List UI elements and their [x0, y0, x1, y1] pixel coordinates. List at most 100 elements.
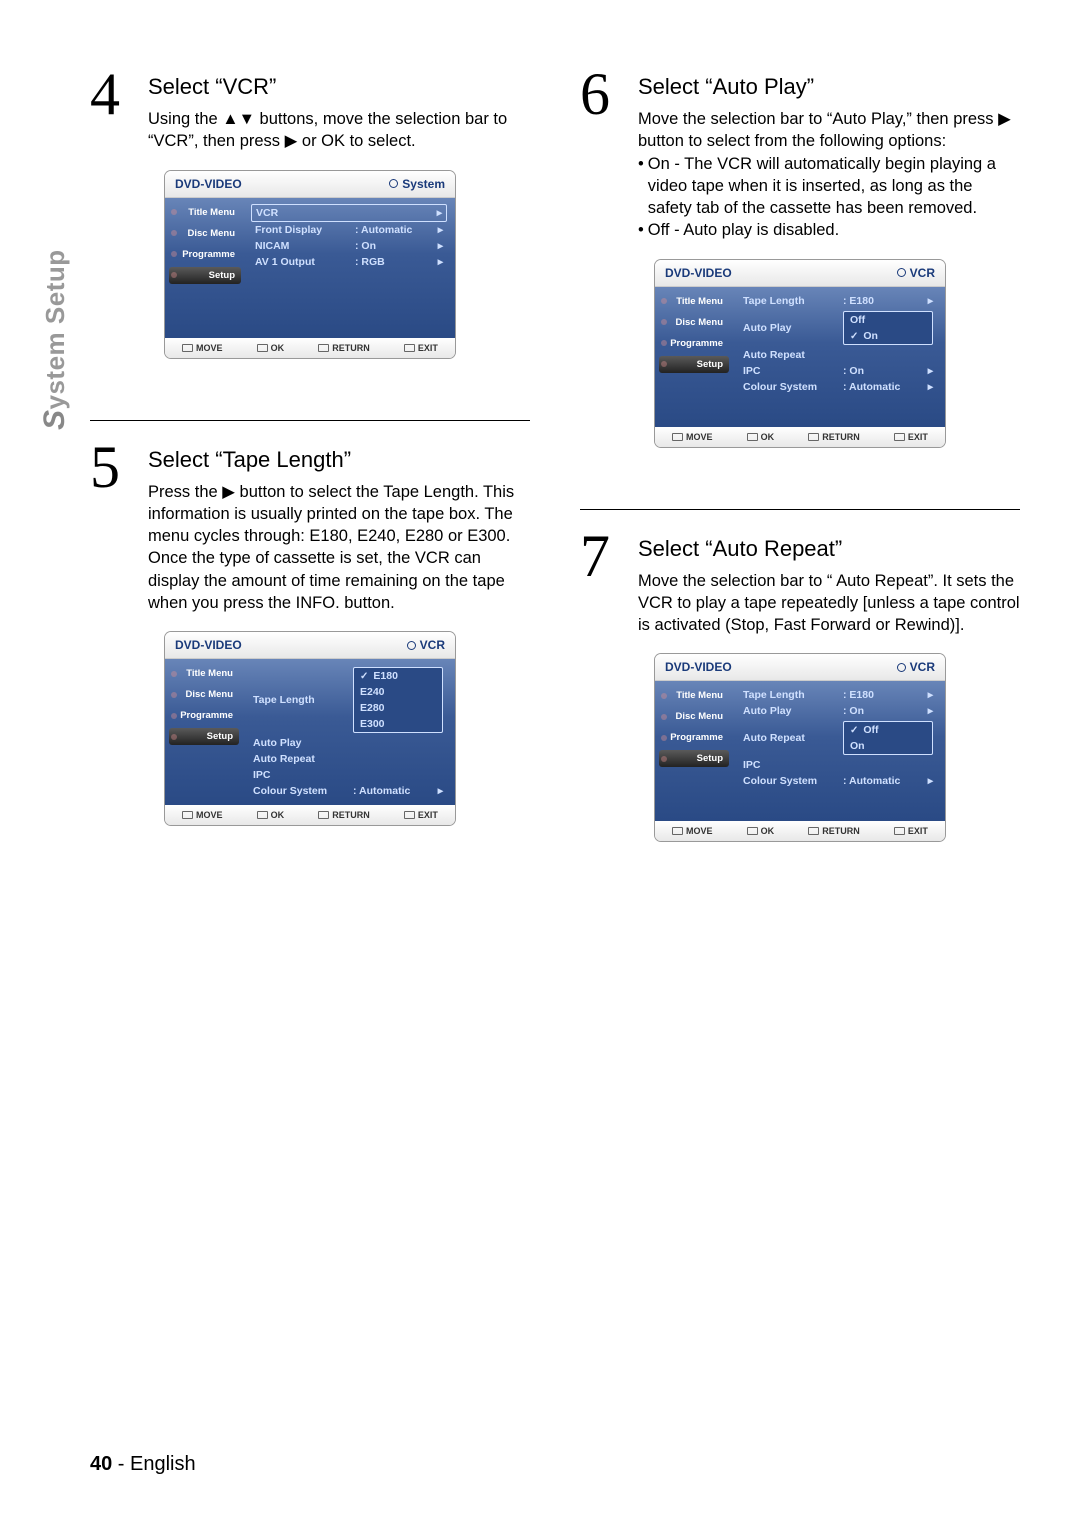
page-number: 40: [90, 1453, 112, 1475]
osd-header-left: DVD-VIDEO: [665, 266, 732, 280]
opt-e240: E240: [354, 684, 442, 700]
row-ipc: IPC: On▸: [739, 363, 937, 379]
row-av1: AV 1 Output: RGB▸: [251, 254, 447, 270]
ok-icon: [747, 433, 758, 441]
osd-tabs: Title Menu Disc Menu Programme Setup: [165, 198, 245, 338]
tab-disc-menu: Disc Menu: [659, 314, 729, 331]
tab-programme: Programme: [169, 246, 241, 263]
osd-tabs: Title Menu Disc Menu Programme Setup: [165, 659, 243, 805]
tab-setup: Setup: [169, 267, 241, 284]
row-auto-play: Auto Play: On▸: [739, 703, 937, 719]
row-auto-repeat: Auto Repeat Off On: [739, 719, 937, 757]
row-colour-system: Colour System: Automatic▸: [739, 773, 937, 789]
step-number: 4: [90, 70, 130, 118]
tab-programme: Programme: [659, 335, 729, 352]
step-title: Select “Tape Length”: [148, 447, 530, 473]
tab-setup: Setup: [169, 728, 239, 745]
return-icon: [808, 433, 819, 441]
step-text: Move the selection bar to “Auto Play,” t…: [638, 108, 1020, 242]
opt-e280: E280: [354, 700, 442, 716]
row-ipc: IPC: [249, 767, 447, 783]
step-number: 7: [580, 532, 620, 580]
osd-header-right: System: [402, 177, 445, 191]
separator: [90, 420, 530, 421]
row-colour-system: Colour System: Automatic▸: [249, 783, 447, 799]
exit-icon: [404, 344, 415, 352]
row-auto-play: Auto Play Off On: [739, 309, 937, 347]
osd-tabs: Title Menu Disc Menu Programme Setup: [655, 681, 733, 821]
osd-screenshot-5: DVD-VIDEO VCR Title Menu Disc Menu Progr…: [165, 632, 455, 825]
step-text: Press the ▶ button to select the Tape Le…: [148, 481, 530, 615]
step-number: 6: [580, 70, 620, 118]
ok-icon: [747, 827, 758, 835]
row-colour-system: Colour System: Automatic▸: [739, 379, 937, 395]
row-tape-length: Tape Length: E180▸: [739, 293, 937, 309]
opt-e180: E180: [354, 668, 442, 684]
step-4: 4 Select “VCR” Using the ▲▼ buttons, mov…: [90, 70, 530, 358]
return-icon: [808, 827, 819, 835]
ring-icon: [407, 641, 416, 650]
side-section-label: System Setup: [38, 249, 72, 430]
tab-programme: Programme: [169, 707, 239, 724]
row-ipc: IPC: [739, 757, 937, 773]
separator: [580, 509, 1020, 510]
row-nicam: NICAM: On▸: [251, 238, 447, 254]
osd-screenshot-7: DVD-VIDEO VCR Title Menu Disc Menu Progr…: [655, 654, 945, 841]
ring-icon: [897, 268, 906, 277]
move-icon: [672, 827, 683, 835]
ok-icon: [257, 344, 268, 352]
opt-off: Off: [844, 312, 932, 328]
right-column: 6 Select “Auto Play” Move the selection …: [580, 70, 1020, 1476]
osd-footer: MOVE OK RETURN EXIT: [165, 805, 455, 825]
ok-icon: [257, 811, 268, 819]
step-text: Using the ▲▼ buttons, move the selection…: [148, 108, 530, 153]
step-text: Move the selection bar to “ Auto Repeat”…: [638, 570, 1020, 637]
osd-footer: MOVE OK RETURN EXIT: [655, 427, 945, 447]
move-icon: [182, 811, 193, 819]
tab-title-menu: Title Menu: [659, 687, 729, 704]
opt-on: On: [844, 328, 932, 344]
tab-title-menu: Title Menu: [659, 293, 729, 310]
tab-title-menu: Title Menu: [169, 204, 241, 221]
osd-header-right: VCR: [910, 266, 935, 280]
step-number: 5: [90, 443, 130, 491]
osd-screenshot-6: DVD-VIDEO VCR Title Menu Disc Menu Progr…: [655, 260, 945, 447]
tab-disc-menu: Disc Menu: [169, 686, 239, 703]
tab-programme: Programme: [659, 729, 729, 746]
osd-footer: MOVE OK RETURN EXIT: [165, 338, 455, 358]
osd-header-right: VCR: [910, 660, 935, 674]
tab-disc-menu: Disc Menu: [169, 225, 241, 242]
step-7: 7 Select “Auto Repeat” Move the selectio…: [580, 532, 1020, 842]
step-title: Select “Auto Repeat”: [638, 536, 1020, 562]
tab-title-menu: Title Menu: [169, 665, 239, 682]
page-language: English: [130, 1453, 196, 1475]
step-5: 5 Select “Tape Length” Press the ▶ butto…: [90, 443, 530, 826]
opt-e300: E300: [354, 716, 442, 732]
ring-icon: [389, 179, 398, 188]
tab-disc-menu: Disc Menu: [659, 708, 729, 725]
exit-icon: [894, 433, 905, 441]
row-auto-repeat: Auto Repeat: [739, 347, 937, 363]
osd-tabs: Title Menu Disc Menu Programme Setup: [655, 287, 733, 427]
tab-setup: Setup: [659, 356, 729, 373]
row-auto-repeat: Auto Repeat: [249, 751, 447, 767]
step-6: 6 Select “Auto Play” Move the selection …: [580, 70, 1020, 447]
page-footer: 40 - English: [90, 1453, 196, 1476]
row-vcr: VCR▸: [251, 204, 447, 222]
osd-header-left: DVD-VIDEO: [175, 177, 242, 191]
ring-icon: [897, 663, 906, 672]
row-tape-length: Tape Length E180 E240 E280 E300: [249, 665, 447, 735]
tab-setup: Setup: [659, 750, 729, 767]
exit-icon: [894, 827, 905, 835]
row-front-display: Front Display: Automatic▸: [251, 222, 447, 238]
left-column: 4 Select “VCR” Using the ▲▼ buttons, mov…: [90, 70, 530, 1476]
move-icon: [672, 433, 683, 441]
row-tape-length: Tape Length: E180▸: [739, 687, 937, 703]
opt-on: On: [844, 738, 932, 754]
return-icon: [318, 344, 329, 352]
osd-header-right: VCR: [420, 638, 445, 652]
osd-header-left: DVD-VIDEO: [175, 638, 242, 652]
move-icon: [182, 344, 193, 352]
return-icon: [318, 811, 329, 819]
osd-header-left: DVD-VIDEO: [665, 660, 732, 674]
